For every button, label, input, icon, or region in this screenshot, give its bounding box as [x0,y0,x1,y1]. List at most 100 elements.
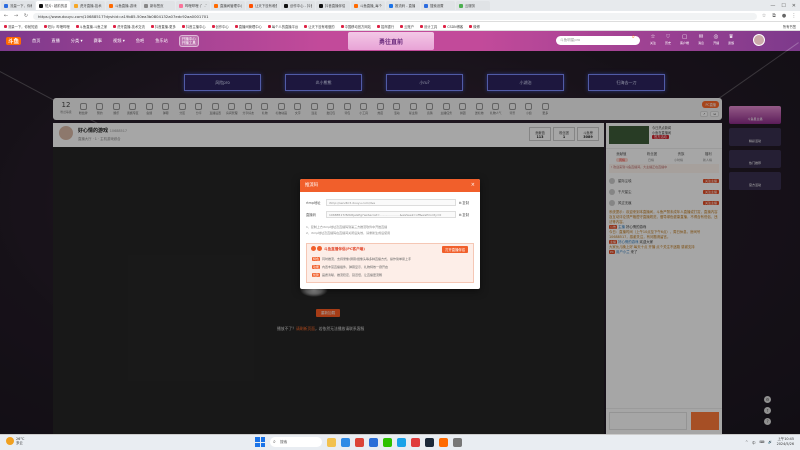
tab-label: 虎牙直播-技术交流 [80,4,102,8]
clock[interactable]: 上午10:45 2024/5/26 [777,437,794,447]
bookmark-item[interactable]: 直播间管理中心 [234,24,262,29]
tray-icon[interactable]: 🔊 [768,440,772,445]
back-icon[interactable]: ← [3,13,9,19]
menu-icon[interactable]: ⋮ [791,13,797,19]
qq-icon[interactable] [397,437,406,447]
bookmark-item[interactable]: 云账户 [400,24,414,29]
bookmark-favicon-icon [211,24,215,28]
minimize-icon[interactable]: — [770,3,775,9]
header-icon-button[interactable]: ▢ 客户端 [680,34,689,45]
douyu-logo[interactable]: 斗鱼 [6,37,22,45]
tray-icon[interactable]: 中 [752,440,755,445]
close-icon[interactable]: × [471,179,475,192]
windows-start-icon[interactable] [255,437,265,447]
music-icon[interactable] [411,437,420,447]
header-icon-button[interactable]: ♡ 历史 [665,34,671,45]
dialog-title: 推流码 [300,179,480,192]
browser-tab[interactable]: 虎牙直播-技术交流 [71,1,105,10]
wechat-icon[interactable] [383,437,392,447]
bookmark-item[interactable]: 抖音主播中心 [181,24,206,29]
bookmark-item[interactable]: 设计工具 [420,24,437,29]
address-bar: ← → ↻ https://www.douyu.com/10688517?dys… [0,11,800,22]
taskbar: 26°C多云 搜索 ^ 中 ⌨ 🔊 上午10:452024/5/26 [0,434,800,450]
browser-tab[interactable]: 抖音直播伴侣 [316,1,350,10]
copy-rtmp-button[interactable]: ⧉ 复制 [459,200,469,205]
browser-tab[interactable]: 推流码 - 直播 [386,1,420,10]
store-icon[interactable] [369,437,378,447]
header-icon-button[interactable]: ☆ 关注 [650,34,656,45]
tab-favicon-icon [319,3,323,8]
browser-tab[interactable]: 搜索设置 [421,1,455,10]
bookmark-favicon-icon [4,24,7,28]
bookmark-item[interactable]: 招商银行 [376,24,394,29]
browser-tab[interactable]: 短片: 超前的游戏_抖音 [36,1,70,10]
nav-item[interactable]: 首页 [32,38,40,44]
profile-icon[interactable]: ● [781,13,787,19]
settings-icon[interactable] [453,437,462,447]
browser-tab[interactable]: 新标签页 [141,1,175,10]
browser-tab[interactable]: 斗鱼直播-游戏中心 [106,1,140,10]
tab-label: 搜索设置 [430,4,444,8]
tray-icon[interactable]: ⌨ [759,440,764,445]
tray-icon[interactable]: ^ [745,440,748,445]
maximize-icon[interactable]: ☐ [781,3,785,9]
weather-widget[interactable]: 26°C 多云 [6,437,24,445]
taskbar-search[interactable]: 搜索 [270,437,322,447]
bookmark-item[interactable]: 每个人的直播平台 [267,24,298,29]
close-window-icon[interactable]: ✕ [792,3,796,9]
bookmark-item[interactable]: 虎牙直播-技术交流 [113,24,145,29]
browser-tab[interactable]: 直播间管理中心 [211,1,245,10]
tab-label: 短片: 超前的游戏_抖音 [45,4,67,8]
nav-item[interactable]: 鱼吧 [136,38,144,44]
nav-item[interactable]: 视频 ▾ [113,38,125,44]
tab-favicon-icon [284,3,288,8]
header-icon-button[interactable]: ◎ 开播 [713,34,719,45]
chrome-icon[interactable] [355,437,364,447]
live-center-pill[interactable]: 开播中心 开播工具 [178,35,199,47]
steam-icon[interactable] [425,437,434,447]
rtmp-field[interactable]: rtmp://sendtc3.douyu.com/live [326,199,456,206]
browser-tab[interactable]: 流量一下，你就知道 [1,1,35,10]
browser-tab[interactable]: 哔哩哔哩 (゜-゜)つ [176,1,210,10]
tab-favicon-icon [459,3,463,8]
douyu-icon[interactable] [439,437,448,447]
tab-favicon-icon [4,3,8,8]
url-field[interactable]: https://www.douyu.com/10688517?dyshid=a1… [33,12,757,20]
forward-icon[interactable]: → [13,13,19,19]
header-icon: ☆ [650,34,656,40]
nav-item[interactable]: 赛事 [94,38,102,44]
browser-tab[interactable]: 斗鱼直播_每个人 [351,1,385,10]
bookmark-item[interactable]: 流量一下，你就知道 [4,24,38,29]
edge-icon[interactable] [341,437,350,447]
bookmark-favicon-icon [43,24,47,28]
user-avatar[interactable] [753,34,765,46]
tab-label: 新标签页 [150,4,164,8]
star-icon[interactable]: ☆ [761,13,767,19]
key-label: 直播码 [306,213,316,217]
event-banner[interactable]: 勇往直前 [348,32,434,50]
browser-tab[interactable]: 创作中心 - 抖音 [281,1,315,10]
open-client-button[interactable]: 打开直播伴侣 [442,246,468,253]
bookmark-item[interactable]: 抖音直播-更多 [150,24,176,29]
bookmarks-all[interactable]: 所有书签 [783,24,796,29]
bookmark-item[interactable]: 斗鱼直播-斗鱼之家 [75,24,107,29]
browser-tab[interactable]: 云服务 [456,1,490,10]
site-search-input[interactable]: 斗鱼明星pro [556,36,640,45]
nav-item[interactable]: 鱼乐站 [155,38,168,44]
extensions-icon[interactable]: ⧉ [771,13,777,19]
bookmark-item[interactable]: 让天下没有难做的 [304,24,335,29]
bookmark-item[interactable]: CSDN博客 [443,24,463,29]
bookmark-item[interactable]: 微博 [469,24,480,29]
nav-item[interactable]: 直播 [51,38,59,44]
bookmark-item[interactable]: 创作中心 [211,24,229,29]
header-icon-button[interactable]: ✉ 消息 [698,34,704,45]
reload-icon[interactable]: ↻ [23,13,29,19]
bookmark-item[interactable]: 中国移动官方网站 [340,24,371,29]
stream-key-field[interactable]: 10688517rBdkRjeGPg?wsSecret=············… [326,211,456,218]
copy-key-button[interactable]: ⧉ 复制 [459,212,469,217]
bookmark-item[interactable]: 短片: 哔哩哔哩 [43,24,70,29]
nav-item[interactable]: 分类 ▾ [71,38,83,44]
browser-tab[interactable]: 让天下没有难做的 [246,1,280,10]
file-explorer-icon[interactable] [327,437,336,447]
header-icon-button[interactable]: ♛ 贵族 [728,34,734,45]
